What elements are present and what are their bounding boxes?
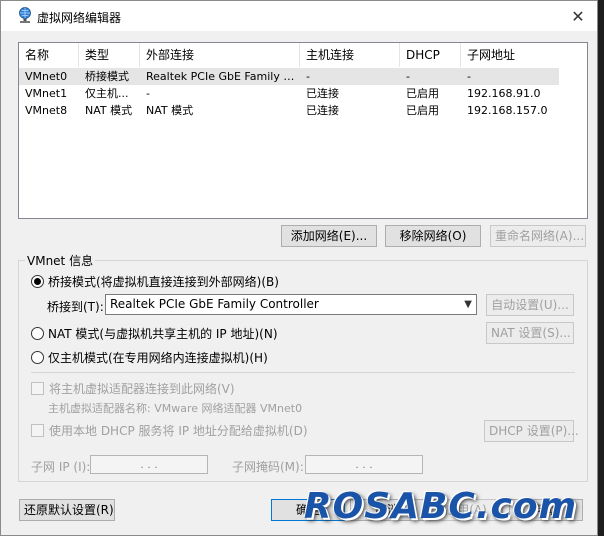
bridged-mode-label: 桥接模式(将虚拟机直接连接到外部网络)(B) <box>48 274 279 289</box>
close-button[interactable]: ✕ <box>567 5 589 27</box>
table-row[interactable]: VMnet8 NAT 模式 NAT 模式 已连接 已启用 192.168.157… <box>19 102 559 119</box>
chevron-down-icon: ▼ <box>464 299 472 310</box>
cell-dhcp: 已启用 <box>406 87 439 100</box>
cell-name: VMnet1 <box>25 87 68 100</box>
subnet-ip-label: 子网 IP (I): <box>31 460 91 474</box>
bridged-to-select[interactable]: Realtek PCIe GbE Family Controller ▼ <box>105 294 477 315</box>
table-row[interactable]: VMnet1 仅主机... - 已连接 已启用 192.168.91.0 <box>19 85 559 102</box>
bridged-to-value: Realtek PCIe GbE Family Controller <box>110 297 319 311</box>
network-globe-icon <box>19 7 31 23</box>
checkbox-icon <box>31 423 44 437</box>
cell-subnet: - <box>467 70 471 83</box>
table-row[interactable]: VMnet0 桥接模式 Realtek PCIe GbE Family Co..… <box>19 68 559 85</box>
radio-checked-icon <box>31 274 44 288</box>
cell-subnet: 192.168.91.0 <box>467 87 541 100</box>
checkbox-icon <box>31 381 44 395</box>
vmnet-info-label: VMnet 信息 <box>25 252 96 269</box>
cell-host: - <box>306 70 310 83</box>
column-header-type[interactable]: 类型 <box>79 43 140 67</box>
cell-dhcp: 已启用 <box>406 104 439 117</box>
network-list[interactable]: 名称 类型 外部连接 主机连接 DHCP 子网地址 VMnet0 桥接模式 Re… <box>18 42 588 219</box>
use-dhcp-label: 使用本地 DHCP 服务将 IP 地址分配给虚拟机(D) <box>49 423 308 438</box>
divider <box>31 372 575 373</box>
radio-unchecked-icon <box>31 350 44 364</box>
cell-external: NAT 模式 <box>146 104 194 117</box>
cell-type: 仅主机... <box>85 87 129 100</box>
host-only-mode-radio[interactable]: 仅主机模式(在专用网络内连接虚拟机)(H) <box>31 349 268 365</box>
remove-network-button[interactable]: 移除网络(O) <box>385 225 481 247</box>
list-header: 名称 类型 外部连接 主机连接 DHCP 子网地址 <box>19 43 587 67</box>
cell-type: NAT 模式 <box>85 104 133 117</box>
cell-name: VMnet0 <box>25 70 68 83</box>
cell-subnet: 192.168.157.0 <box>467 104 548 117</box>
virtual-network-editor-dialog: 虚拟网络编辑器 ✕ 名称 类型 外部连接 主机连接 DHCP 子网地址 VMne… <box>0 0 598 536</box>
connect-host-adapter-label: 将主机虚拟适配器连接到此网络(V) <box>49 381 235 396</box>
dhcp-settings-button[interactable]: DHCP 设置(P)... <box>484 420 579 442</box>
column-header-host[interactable]: 主机连接 <box>300 43 400 67</box>
add-network-button[interactable]: 添加网络(E)... <box>281 225 377 247</box>
column-header-external[interactable]: 外部连接 <box>140 43 300 67</box>
bridged-to-label: 桥接到(T): <box>47 300 104 314</box>
bridged-mode-radio[interactable]: 桥接模式(将虚拟机直接连接到外部网络)(B) <box>31 273 279 289</box>
mask-dots: . . . <box>355 458 373 471</box>
title-bar: 虚拟网络编辑器 ✕ <box>1 1 597 31</box>
cell-external: Realtek PCIe GbE Family Co... <box>146 70 300 83</box>
window-title: 虚拟网络编辑器 <box>37 11 122 25</box>
use-dhcp-checkbox[interactable]: 使用本地 DHCP 服务将 IP 地址分配给虚拟机(D) <box>31 422 308 438</box>
close-icon: ✕ <box>571 6 585 26</box>
restore-defaults-button[interactable]: 还原默认设置(R) <box>19 499 115 521</box>
cell-host: 已连接 <box>306 87 339 100</box>
adapter-name-text: 主机虚拟适配器名称: VMware 网络适配器 VMnet0 <box>48 402 303 415</box>
cell-host: 已连接 <box>306 104 339 117</box>
column-header-subnet[interactable]: 子网地址 <box>461 43 561 67</box>
watermark: ROSABC.com <box>303 485 578 527</box>
column-header-name[interactable]: 名称 <box>19 43 79 67</box>
subnet-mask-input[interactable]: . . . <box>305 455 423 474</box>
cell-name: VMnet8 <box>25 104 68 117</box>
nat-settings-button[interactable]: NAT 设置(S)... <box>486 322 574 344</box>
ip-dots: . . . <box>140 458 158 471</box>
subnet-mask-label: 子网掩码(M): <box>232 460 304 474</box>
rename-network-button[interactable]: 重命名网络(A)... <box>490 225 586 247</box>
nat-mode-radio[interactable]: NAT 模式(与虚拟机共享主机的 IP 地址)(N) <box>31 325 278 341</box>
connect-host-adapter-checkbox[interactable]: 将主机虚拟适配器连接到此网络(V) <box>31 380 235 396</box>
cell-dhcp: - <box>406 70 410 83</box>
background-strip <box>598 0 604 536</box>
subnet-ip-input[interactable]: . . . <box>90 455 208 474</box>
nat-mode-label: NAT 模式(与虚拟机共享主机的 IP 地址)(N) <box>48 326 278 341</box>
radio-unchecked-icon <box>31 326 44 340</box>
auto-settings-button[interactable]: 自动设置(U)... <box>486 294 574 316</box>
cell-type: 桥接模式 <box>85 70 129 83</box>
cell-external: - <box>146 87 150 100</box>
host-only-mode-label: 仅主机模式(在专用网络内连接虚拟机)(H) <box>48 350 268 365</box>
column-header-dhcp[interactable]: DHCP <box>400 43 461 67</box>
